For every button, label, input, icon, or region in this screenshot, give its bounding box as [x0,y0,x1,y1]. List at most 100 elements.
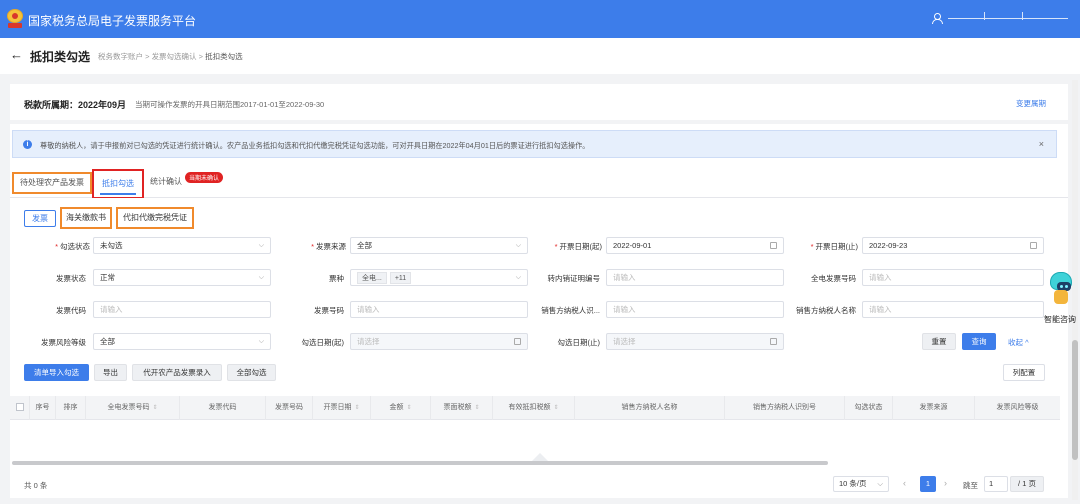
page-size-select[interactable]: 10 条/页 ⌵ [833,476,889,492]
notice-banner: i 尊敬的纳税人，请于申报前对已勾选的凭证进行统计确认。农产品业务抵扣勾选和代扣… [12,130,1057,158]
search-button[interactable]: 查询 [962,333,996,350]
column-header: 发票号码 [266,396,313,420]
column-header[interactable]: 金额 ⇕ [371,396,431,420]
subtab-withholding-certificate[interactable]: 代扣代缴完税凭证 [116,207,194,229]
tax-period-note: 当期可操作发票的开具日期范围2017-01-01至2022-09-30 [135,100,325,109]
assistant-label[interactable]: 智能咨询 [1044,314,1076,325]
export-cert-input[interactable]: 请输入 [606,269,784,286]
invoice-code-input[interactable]: 请输入 [93,301,271,318]
next-page-icon[interactable]: › [944,478,947,488]
subtab-invoice[interactable]: 发票 [24,210,56,227]
robot-icon[interactable] [1048,268,1074,308]
agri-invoice-entry-button[interactable]: 代开农产品发票录入 [132,364,222,381]
breadcrumb: 税务数字账户 > 发票勾选确认 > 抵扣类勾选 [98,52,243,61]
column-header[interactable]: 开票日期 ⇕ [313,396,371,420]
risk-level-dropdown[interactable]: 全部 ⌵ [93,333,271,350]
user-icon[interactable] [932,13,943,24]
goto-page-input[interactable]: 1 [984,476,1008,492]
select-date-end-picker[interactable]: 请选择 [606,333,784,350]
invoice-source-dropdown[interactable]: 全部 ⌵ [350,237,528,254]
top-bar: 国家税务总局电子发票服务平台 [0,0,1080,38]
export-cert-label: 转内销证明编号 [547,274,601,283]
tab-statistics-confirm[interactable]: 统计确认 [150,176,182,187]
breadcrumb-current: 抵扣类勾选 [205,52,243,61]
table-header: 序号 排序 全电发票号码 ⇕ 发票代码 发票号码 开票日期 ⇕ 金额 ⇕ 票面税额 ⇕ … [10,396,1060,420]
sort-icon: ⇕ [406,405,412,411]
select-status-label: * 勾选状态 [55,242,90,251]
reset-button[interactable]: 重置 [922,333,956,350]
invoice-source-label: * 发票来源 [311,242,346,251]
breadcrumb-item[interactable]: 发票勾选确认 [152,52,197,61]
invoice-status-label: 发票状态 [56,274,86,283]
pagination-bar [10,470,1068,498]
seller-name-label: 销售方纳税人名称 [796,306,856,315]
breadcrumb-item[interactable]: 税务数字账户 [98,52,143,61]
info-icon: i [23,140,32,149]
invoice-type-label: 票种 [329,274,344,283]
e-invoice-number-label: 全电发票号码 [811,274,856,283]
select-all-button[interactable]: 全部勾选 [227,364,276,381]
page-title: 抵扣类勾选 [30,50,91,64]
page-number[interactable]: 1 [920,476,936,492]
import-select-button[interactable]: 清单导入勾选 [24,364,89,381]
tab-deduction-selection[interactable]: 抵扣勾选 [92,169,144,199]
invoice-type-multiselect[interactable]: 全电... +11 ⌵ [350,269,528,286]
collapse-toggle[interactable]: 收起 ^ [1008,337,1029,348]
subtab-customs-payment[interactable]: 海关缴款书 [60,207,112,229]
column-config-button[interactable]: 列配置 [1003,364,1045,381]
column-header: 排序 [56,396,86,420]
issue-date-end-picker[interactable]: 2022-09-23 [862,237,1044,254]
column-header[interactable]: 有效抵扣税额 ⇕ [493,396,575,420]
prev-page-icon[interactable]: ‹ [903,478,906,488]
calendar-icon [770,338,777,345]
risk-level-label: 发票风险等级 [41,338,86,347]
seller-name-input[interactable]: 请输入 [862,301,1044,318]
chevron-down-icon: ⌵ [258,242,264,249]
issue-date-start-picker[interactable]: 2022-09-01 [606,237,784,254]
column-header: 发票来源 [893,396,975,420]
total-pages: / 1 页 [1010,476,1044,492]
column-header[interactable]: 全电发票号码 ⇕ [86,396,180,420]
status-badge: 当期未确认 [185,172,224,183]
calendar-icon [1030,242,1037,249]
smart-assistant[interactable]: 智能咨询 [1044,268,1078,328]
chevron-down-icon: ⌵ [515,242,521,249]
invoice-status-dropdown[interactable]: 正常 ⌵ [93,269,271,286]
horizontal-scrollbar[interactable] [12,453,828,465]
tax-period-label: 税款所属期：2022年09月 [24,100,127,110]
select-all-checkbox[interactable] [10,396,30,420]
user-info-area[interactable] [948,12,1068,20]
select-status-dropdown[interactable]: 未勾选 ⌵ [93,237,271,254]
column-header: 发票风险等级 [996,404,1039,411]
selected-chip: 全电... [357,272,387,284]
sort-icon: ⇕ [553,405,559,411]
column-header: 序号 [30,396,56,420]
tab-pending-agri-invoices[interactable]: 待处理农产品发票 [12,172,92,194]
e-invoice-number-input[interactable]: 请输入 [862,269,1044,286]
calendar-icon [770,242,777,249]
column-header: 发票代码 [180,396,266,420]
total-count: 共 0 条 [24,481,48,490]
sort-icon: ⇕ [474,405,480,411]
export-button[interactable]: 导出 [94,364,127,381]
issue-date-end-label: * 开票日期(止) [810,242,858,251]
goto-label: 跳至 [963,481,978,490]
back-arrow-icon[interactable]: ← [10,47,23,62]
close-icon[interactable]: × [1039,139,1044,149]
issue-date-start-label: * 开票日期(起) [554,242,602,251]
chevron-down-icon: ⌵ [877,479,883,488]
invoice-number-input[interactable]: 请输入 [350,301,528,318]
page-header: ← 抵扣类勾选 税务数字账户 > 发票勾选确认 > 抵扣类勾选 [0,38,1080,74]
app-title: 国家税务总局电子发票服务平台 [28,14,197,28]
sort-icon: ⇕ [152,405,158,411]
change-period-link[interactable]: 变更属期 [1016,98,1046,109]
select-date-start-label: 勾选日期(起) [301,338,345,347]
column-header[interactable]: 票面税额 ⇕ [431,396,493,420]
scrollbar-thumb[interactable] [1072,340,1078,460]
notice-text: 尊敬的纳税人，请于申报前对已勾选的凭证进行统计确认。农产品业务抵扣勾选和代扣代缴… [40,141,590,150]
column-header: 勾选状态 [845,396,893,420]
invoice-number-label: 发票号码 [314,306,344,315]
column-header: 销售方纳税人识别号 [725,396,845,420]
seller-tax-id-input[interactable]: 请输入 [606,301,784,318]
select-date-start-picker[interactable]: 请选择 [350,333,528,350]
